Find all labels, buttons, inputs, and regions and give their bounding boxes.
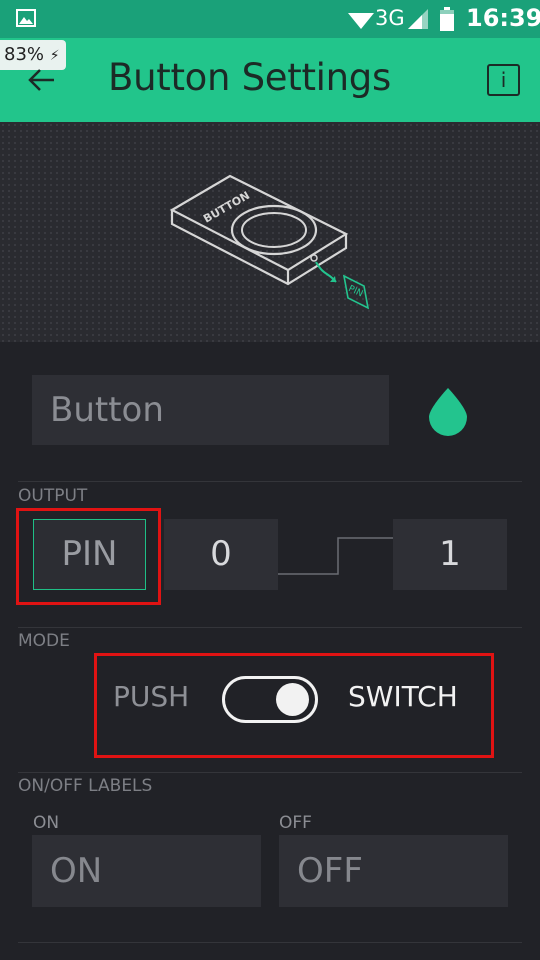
widget-name-input[interactable]: Button — [32, 375, 389, 445]
page-title: Button Settings — [108, 56, 391, 99]
gallery-icon — [16, 9, 36, 27]
toggle-knob — [276, 683, 309, 716]
off-label-input[interactable]: OFF — [279, 835, 508, 907]
divider — [18, 481, 522, 482]
widget-preview: BUTTON PIN — [0, 122, 540, 342]
info-button[interactable]: i — [487, 64, 520, 96]
battery-percent: 83% — [4, 44, 45, 65]
mode-switch-label[interactable]: SWITCH — [348, 680, 458, 713]
status-bar: 3G 16:39 — [0, 0, 540, 38]
range-connector — [278, 537, 394, 575]
button-illustration: BUTTON PIN — [169, 174, 370, 310]
mode-push-label[interactable]: PUSH — [113, 680, 189, 713]
wifi-icon — [348, 13, 374, 29]
divider — [18, 942, 522, 943]
on-caption: ON — [33, 813, 60, 833]
on-label-input[interactable]: ON — [32, 835, 261, 907]
mode-section-label: MODE — [18, 631, 70, 651]
network-type: 3G — [375, 6, 405, 30]
color-drop-icon[interactable] — [426, 386, 470, 436]
clock: 16:39 — [466, 4, 540, 32]
charging-icon: ⚡ — [49, 48, 60, 64]
onoff-section-label: ON/OFF LABELS — [18, 776, 153, 796]
off-caption: OFF — [279, 813, 312, 833]
battery-icon — [440, 7, 454, 31]
output-min-input[interactable]: 0 — [164, 519, 278, 590]
device-label: BUTTON — [201, 189, 252, 226]
divider — [18, 627, 522, 628]
app-header: 83% ⚡ Button Settings i — [0, 38, 540, 122]
signal-icon — [408, 9, 428, 29]
pin-selector[interactable]: PIN — [33, 519, 146, 590]
output-section-label: OUTPUT — [18, 486, 88, 506]
mode-toggle[interactable] — [222, 676, 318, 723]
divider — [18, 772, 522, 773]
output-max-input[interactable]: 1 — [393, 519, 507, 590]
pin-tag-label: PIN — [347, 284, 365, 299]
back-arrow-icon[interactable] — [26, 66, 58, 94]
